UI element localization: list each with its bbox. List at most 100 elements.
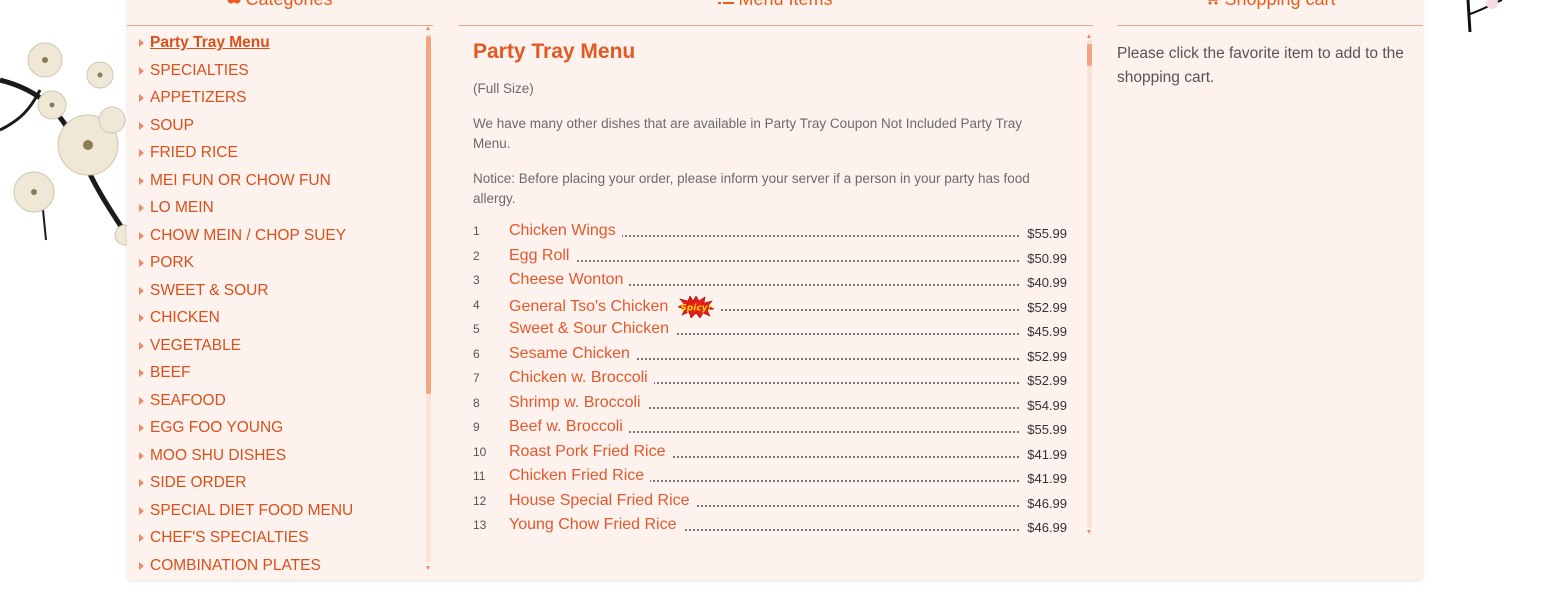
- category-chow-mein[interactable]: CHOW MEIN / CHOP SUEY: [139, 225, 346, 247]
- category-label: LO MEIN: [150, 199, 214, 216]
- menu-item-row[interactable]: 6 Sesame Chicken $52.99: [473, 344, 1067, 371]
- menu-scrollbar[interactable]: [1085, 34, 1094, 534]
- item-name[interactable]: Chicken w. Broccoli: [509, 369, 654, 387]
- caret-right-icon: [139, 479, 144, 487]
- item-number: 3: [473, 273, 480, 287]
- item-name[interactable]: Cheese Wonton: [509, 271, 630, 289]
- item-price: $41.99: [1021, 471, 1067, 486]
- item-name[interactable]: Roast Pork Fried Rice: [509, 442, 672, 461]
- scroll-down-arrow[interactable]: [1087, 530, 1091, 534]
- scroll-down-arrow[interactable]: [426, 566, 430, 570]
- category-beef[interactable]: BEEF: [139, 362, 190, 384]
- menu-item-row[interactable]: 13 Young Chow Fried Rice $46.99: [473, 516, 1067, 542]
- item-name[interactable]: Egg Roll: [509, 246, 576, 265]
- menu-item-row[interactable]: 11 Chicken Fried Rice $41.99: [473, 467, 1067, 493]
- category-side-order[interactable]: SIDE ORDER: [139, 472, 246, 494]
- item-name[interactable]: Sesame Chicken: [509, 344, 636, 363]
- item-price: $41.99: [1021, 446, 1067, 462]
- item-price: $54.99: [1021, 397, 1067, 413]
- menu-item-row[interactable]: 9 Beef w. Broccoli $55.99: [473, 418, 1067, 444]
- caret-right-icon: [139, 561, 144, 570]
- category-pork[interactable]: PORK: [139, 252, 194, 274]
- category-fried-rice[interactable]: FRIED RICE: [139, 142, 238, 164]
- item-name[interactable]: Young Chow Fried Rice: [509, 516, 683, 534]
- item-number: 13: [473, 518, 487, 532]
- item-price: $55.99: [1021, 226, 1067, 241]
- category-label: SPECIALTIES: [150, 61, 249, 79]
- category-specialties[interactable]: SPECIALTIES: [139, 60, 249, 82]
- menu-item-row[interactable]: 8 Shrimp w. Broccoli $54.99: [473, 393, 1067, 420]
- category-soup[interactable]: SOUP: [139, 115, 194, 137]
- category-appetizers[interactable]: APPETIZERS: [139, 87, 246, 109]
- item-number: 11: [473, 469, 486, 483]
- category-combination-plates[interactable]: COMBINATION PLATES: [139, 555, 321, 571]
- scroll-up-arrow[interactable]: [1087, 34, 1091, 38]
- categories-header: Categories: [127, 0, 433, 26]
- caret-right-icon: [139, 149, 144, 157]
- caret-right-icon: [139, 341, 144, 350]
- caret-right-icon: [139, 424, 144, 432]
- menu-items-area: Party Tray Menu (Full Size) We have many…: [473, 40, 1083, 550]
- category-chefs-specialties[interactable]: CHEF'S SPECIALTIES: [139, 527, 309, 549]
- spicy-badge-text: Spicy!: [681, 303, 712, 313]
- caret-right-icon: [139, 369, 144, 377]
- category-sweet-sour[interactable]: SWEET & SOUR: [139, 280, 269, 302]
- page: Categories Menu Items Shopping cart Part…: [0, 0, 1550, 596]
- category-label: BEEF: [150, 364, 191, 381]
- menu-item-row[interactable]: 1 Chicken Wings $55.99: [473, 222, 1067, 248]
- item-name[interactable]: Shrimp w. Broccoli: [509, 393, 647, 412]
- category-label: VEGETABLE: [150, 336, 242, 354]
- category-moo-shu[interactable]: MOO SHU DISHES: [139, 445, 286, 467]
- item-name-wrap[interactable]: General Tso's Chicken Spicy!: [509, 295, 721, 318]
- item-number: 2: [473, 248, 480, 263]
- item-name[interactable]: House Special Fried Rice: [509, 491, 696, 510]
- item-number: 7: [473, 371, 480, 385]
- menu-item-row[interactable]: 12 House Special Fried Rice $46.99: [473, 491, 1067, 518]
- menu-items-header-label: Menu Items: [738, 0, 832, 9]
- item-name[interactable]: Chicken Wings: [509, 222, 622, 240]
- category-vegetable[interactable]: VEGETABLE: [139, 335, 241, 357]
- category-label: COMBINATION PLATES: [150, 556, 321, 571]
- category-egg-foo-young[interactable]: EGG FOO YOUNG: [139, 417, 283, 439]
- shopping-cart-header-label: Shopping cart: [1224, 0, 1335, 9]
- category-chicken[interactable]: CHICKEN: [139, 307, 220, 329]
- caret-right-icon: [139, 534, 144, 542]
- caret-right-icon: [139, 314, 144, 322]
- scroll-track[interactable]: [1087, 40, 1092, 528]
- caret-right-icon: [139, 39, 144, 47]
- category-party-tray-menu[interactable]: Party Tray Menu: [139, 32, 270, 54]
- list-icon: [718, 0, 735, 8]
- item-number: 8: [473, 395, 480, 410]
- category-lo-mein[interactable]: LO MEIN: [139, 197, 214, 219]
- shopping-cart-header: Shopping cart: [1117, 0, 1423, 26]
- category-label: MOO SHU DISHES: [150, 446, 287, 464]
- item-name[interactable]: Sweet & Sour Chicken: [509, 320, 676, 338]
- item-name[interactable]: Beef w. Broccoli: [509, 418, 629, 436]
- caret-right-icon: [139, 451, 144, 460]
- category-label: SOUP: [150, 116, 194, 134]
- menu-item-row[interactable]: 5 Sweet & Sour Chicken $45.99: [473, 320, 1067, 346]
- category-seafood[interactable]: SEAFOOD: [139, 390, 226, 412]
- category-mei-fun[interactable]: MEI FUN OR CHOW FUN: [139, 170, 331, 192]
- item-name[interactable]: General Tso's Chicken: [509, 298, 668, 315]
- caret-right-icon: [139, 286, 144, 295]
- plum-blossom-decoration: [0, 42, 136, 246]
- caret-right-icon: [139, 121, 144, 130]
- scroll-thumb[interactable]: [426, 36, 431, 394]
- menu-item-row[interactable]: 4 General Tso's Chicken Spicy! $52.99: [473, 295, 1067, 322]
- cart-icon: [1204, 0, 1220, 8]
- scroll-up-arrow[interactable]: [426, 26, 430, 30]
- category-special-diet[interactable]: SPECIAL DIET FOOD MENU: [139, 500, 353, 522]
- category-label: SEAFOOD: [150, 391, 226, 409]
- menu-item-row[interactable]: 2 Egg Roll $50.99: [473, 246, 1067, 273]
- menu-item-row[interactable]: 10 Roast Pork Fried Rice $41.99: [473, 442, 1067, 469]
- menu-item-row[interactable]: 3 Cheese Wonton $40.99: [473, 271, 1067, 297]
- item-name[interactable]: Chicken Fried Rice: [509, 467, 651, 485]
- category-label: MEI FUN OR CHOW FUN: [150, 171, 331, 189]
- scroll-thumb[interactable]: [1087, 44, 1092, 66]
- caret-right-icon: [139, 506, 144, 515]
- menu-item-row[interactable]: 7 Chicken w. Broccoli $52.99: [473, 369, 1067, 395]
- item-number: 4: [473, 297, 480, 312]
- item-price: $45.99: [1021, 324, 1067, 339]
- categories-scrollbar[interactable]: [424, 26, 433, 570]
